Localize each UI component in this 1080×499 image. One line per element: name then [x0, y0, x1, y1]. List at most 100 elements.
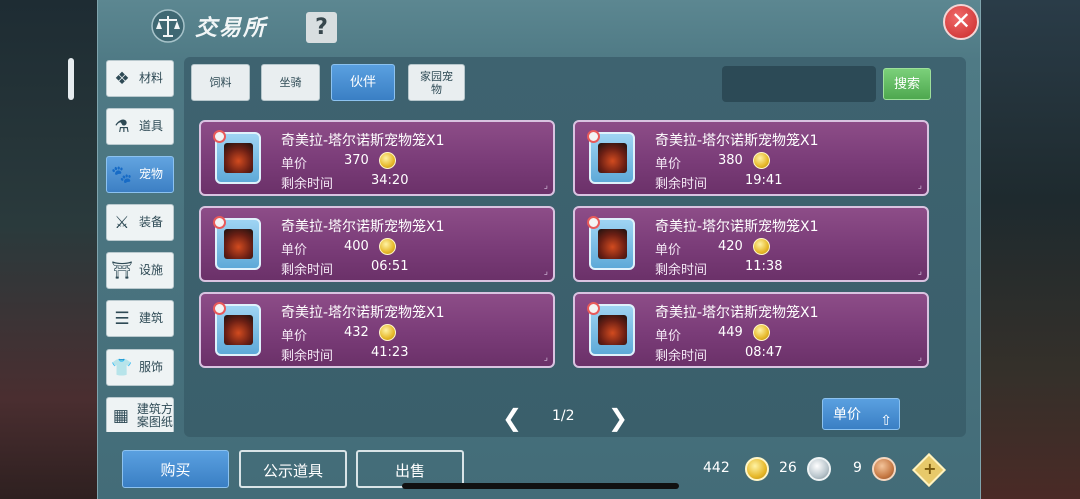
sidebar-item-materials[interactable]: ❖ 材料 [106, 60, 174, 97]
listing-time-left: 41:23 [371, 345, 409, 360]
gold-coin-icon [745, 457, 769, 481]
listing-name: 奇美拉-塔尔诺斯宠物笼X1 [655, 219, 819, 235]
public-items-button[interactable]: 公示道具 [239, 450, 347, 488]
sidebar-item-building[interactable]: ☰ 建筑 [106, 300, 174, 337]
listing-price: 400 [344, 239, 369, 254]
time-left-label: 剩余时间 [655, 177, 708, 192]
listing-price: 449 [718, 325, 743, 340]
listing-price: 432 [344, 325, 369, 340]
listing-time-left: 06:51 [371, 259, 409, 274]
rarity-badge-icon [213, 302, 226, 315]
sidebar-item-clothing[interactable]: 👕 服饰 [106, 349, 174, 386]
listing-time-left: 08:47 [745, 345, 783, 360]
sidebar-item-label: 道具 [139, 119, 164, 133]
listing-price: 380 [718, 153, 743, 168]
gold-coin-icon [379, 238, 396, 255]
listing-price: 420 [718, 239, 743, 254]
sidebar-item-pets[interactable]: 🐾 宠物 [106, 156, 174, 193]
price-label: 单价 [655, 157, 682, 172]
corner-decoration-icon: ⌟ [917, 353, 922, 363]
next-page-button[interactable]: ❯ [608, 404, 628, 432]
tab-partner[interactable]: 伙伴 [331, 64, 395, 101]
gold-coin-icon [753, 238, 770, 255]
buy-button[interactable]: 购买 [122, 450, 229, 488]
listing-card[interactable]: 奇美拉-塔尔诺斯宠物笼X1 单价 432 剩余时间 41:23 ⌟ [199, 292, 555, 368]
sidebar-item-label: 服饰 [139, 360, 164, 374]
materials-icon: ❖ [114, 68, 130, 89]
gold-amount: 442 [703, 460, 730, 476]
listing-card[interactable]: 奇美拉-塔尔诺斯宠物笼X1 单价 400 剩余时间 06:51 ⌟ [199, 206, 555, 282]
pet-cage-thumbnail [213, 130, 261, 184]
listing-name: 奇美拉-塔尔诺斯宠物笼X1 [281, 133, 445, 149]
corner-decoration-icon: ⌟ [917, 267, 922, 277]
gold-coin-icon [753, 324, 770, 341]
sidebar-item-equipment[interactable]: ⚔ 装备 [106, 204, 174, 241]
equipment-icon: ⚔ [114, 212, 130, 233]
corner-decoration-icon: ⌟ [917, 181, 922, 191]
pet-cage-thumbnail [587, 216, 635, 270]
sort-by-price-button[interactable]: 单价 ⇧ [822, 398, 900, 430]
sidebar-item-blueprint[interactable]: ▦ 建筑方案图纸 [106, 397, 174, 432]
close-button[interactable]: ✕ [943, 4, 979, 40]
page-title: 交易所 [195, 16, 268, 41]
listing-time-left: 11:38 [745, 259, 783, 274]
help-button[interactable]: ? [306, 12, 337, 43]
prev-page-button[interactable]: ❮ [502, 404, 522, 432]
tab-home-pet[interactable]: 家园宠物 [408, 64, 465, 101]
listing-time-left: 34:20 [371, 173, 409, 188]
facility-icon: ⛩ [111, 260, 133, 281]
sort-ascending-icon: ⇧ [880, 413, 892, 429]
corner-decoration-icon: ⌟ [543, 181, 548, 191]
sidebar-item-items[interactable]: ⚗ 道具 [106, 108, 174, 145]
time-left-label: 剩余时间 [281, 177, 334, 192]
page-indicator: 1/2 [552, 408, 575, 424]
pet-cage-thumbnail [213, 302, 261, 356]
listing-card[interactable]: 奇美拉-塔尔诺斯宠物笼X1 单价 420 剩余时间 11:38 ⌟ [573, 206, 929, 282]
game-hud-indicator [68, 58, 74, 100]
rarity-badge-icon [213, 216, 226, 229]
price-label: 单价 [655, 243, 682, 258]
blueprint-icon: ▦ [112, 405, 129, 426]
pet-cage-thumbnail [587, 302, 635, 356]
category-sidebar: ❖ 材料 ⚗ 道具 🐾 宠物 ⚔ 装备 ⛩ 设施 ☰ 建筑 👕 服饰 ▦ 建筑方… [106, 60, 176, 432]
title-bar: 交易所 ? ✕ [98, 0, 982, 52]
time-left-label: 剩余时间 [655, 263, 708, 278]
listing-name: 奇美拉-塔尔诺斯宠物笼X1 [281, 305, 445, 321]
time-left-label: 剩余时间 [281, 349, 334, 364]
pet-image [224, 229, 253, 259]
listing-name: 奇美拉-塔尔诺斯宠物笼X1 [281, 219, 445, 235]
sidebar-item-label: 建筑 [139, 311, 164, 325]
tab-mount[interactable]: 坐骑 [261, 64, 320, 101]
background-right [980, 0, 1080, 499]
sidebar-item-label: 装备 [139, 215, 164, 229]
tab-feed[interactable]: 饲料 [191, 64, 250, 101]
pet-image [598, 143, 627, 173]
rarity-badge-icon [587, 302, 600, 315]
rarity-badge-icon [213, 130, 226, 143]
silver-amount: 26 [779, 460, 797, 476]
rarity-badge-icon [587, 130, 600, 143]
sidebar-item-facility[interactable]: ⛩ 设施 [106, 252, 174, 289]
plus-icon: + [923, 459, 937, 479]
corner-decoration-icon: ⌟ [543, 267, 548, 277]
listing-card[interactable]: 奇美拉-塔尔诺斯宠物笼X1 单价 380 剩余时间 19:41 ⌟ [573, 120, 929, 196]
gold-coin-icon [379, 152, 396, 169]
listing-card[interactable]: 奇美拉-塔尔诺斯宠物笼X1 单价 370 剩余时间 34:20 ⌟ [199, 120, 555, 196]
copper-coin-icon [872, 457, 896, 481]
listing-card[interactable]: 奇美拉-塔尔诺斯宠物笼X1 单价 449 剩余时间 08:47 ⌟ [573, 292, 929, 368]
potion-icon: ⚗ [114, 116, 130, 137]
copper-amount: 9 [853, 460, 862, 476]
gold-coin-icon [753, 152, 770, 169]
search-input[interactable] [722, 66, 876, 102]
search-button[interactable]: 搜索 [883, 68, 931, 100]
clothing-icon: 👕 [111, 357, 133, 378]
sort-label: 单价 [833, 407, 861, 423]
price-label: 单价 [281, 157, 308, 172]
corner-decoration-icon: ⌟ [543, 353, 548, 363]
pet-cage-thumbnail [587, 130, 635, 184]
sidebar-item-label: 宠物 [139, 167, 164, 181]
sidebar-item-label: 建筑方案图纸 [136, 401, 173, 429]
pet-image [224, 143, 253, 173]
listing-name: 奇美拉-塔尔诺斯宠物笼X1 [655, 305, 819, 321]
gold-coin-icon [379, 324, 396, 341]
